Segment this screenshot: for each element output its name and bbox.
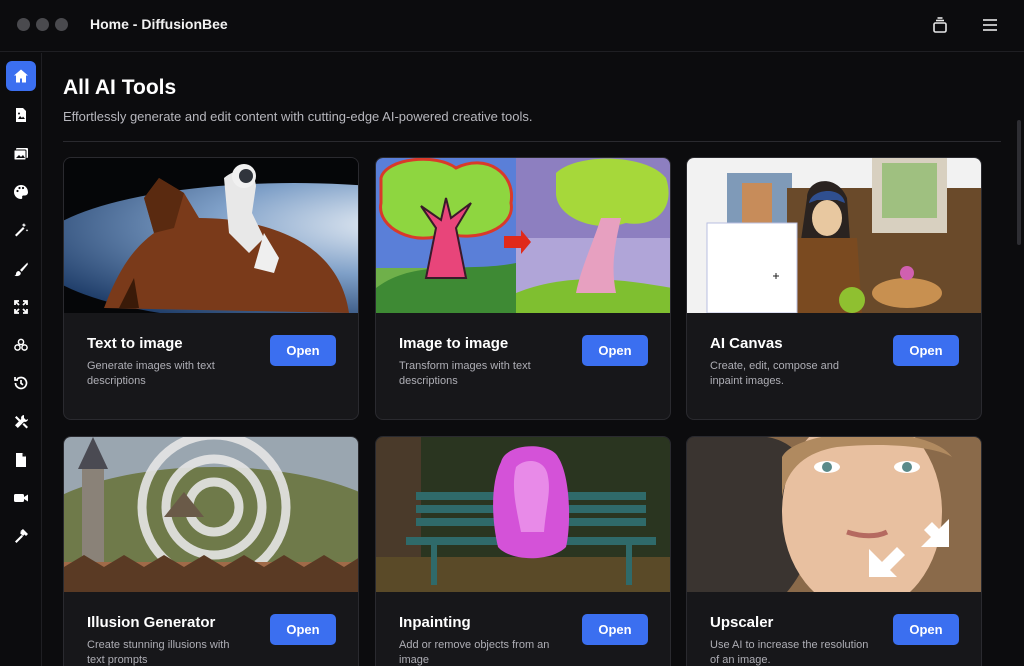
document-image-icon	[16, 108, 26, 122]
window-title: Home - DiffusionBee	[90, 16, 228, 32]
open-illusion-generator-button[interactable]: Open	[270, 614, 336, 645]
minimize-window-button[interactable]	[36, 18, 49, 31]
tool-card-upscaler: Upscaler Use AI to increase the resoluti…	[686, 436, 982, 666]
magic-wand-icon	[15, 223, 29, 237]
card-title: AI Canvas	[710, 335, 783, 352]
page-title: All AI Tools	[63, 76, 177, 99]
open-image-to-image-button[interactable]: Open	[582, 335, 648, 366]
sidebar-item-video[interactable]	[6, 483, 36, 513]
card-title: Upscaler	[710, 614, 774, 631]
video-icon	[14, 494, 28, 502]
open-text-to-image-button[interactable]: Open	[270, 335, 336, 366]
sidebar-item-canvas[interactable]	[6, 177, 36, 207]
ai-canvas-thumbnail	[687, 158, 981, 313]
palette-icon	[14, 185, 28, 199]
inpainting-thumbnail	[376, 437, 670, 592]
tool-card-ai-canvas: AI Canvas Create, edit, compose and inpa…	[686, 157, 982, 420]
page-subtitle: Effortlessly generate and edit content w…	[63, 109, 533, 124]
open-upscaler-button[interactable]: Open	[893, 614, 959, 645]
card-title: Image to image	[399, 335, 509, 352]
file-icon	[16, 453, 26, 467]
tools-icon	[15, 415, 28, 429]
card-description: Use AI to increase the resolution of an …	[710, 639, 869, 666]
tool-card-image-to-image: Image to image Transform images with tex…	[375, 157, 671, 420]
card-description: Create, edit, compose and inpaint images…	[710, 360, 840, 387]
models-icon	[14, 338, 28, 351]
tool-card-text-to-image: Text to image Generate images with text …	[63, 157, 359, 420]
card-title: Illusion Generator	[87, 614, 216, 631]
history-icon	[14, 376, 28, 390]
hamburger-menu-icon[interactable]	[979, 14, 1001, 36]
tool-card-inpainting: Inpainting Add or remove objects from an…	[375, 436, 671, 666]
close-window-button[interactable]	[17, 18, 30, 31]
open-inpainting-button[interactable]: Open	[582, 614, 648, 645]
card-description: Generate images with text descriptions	[87, 360, 215, 387]
sidebar-item-home[interactable]	[6, 61, 36, 91]
sidebar-item-tools[interactable]	[6, 407, 36, 437]
sidebar-item-history[interactable]	[6, 368, 36, 398]
card-description: Add or remove objects from an image	[399, 639, 550, 666]
card-description: Create stunning illusions with text prom…	[87, 639, 230, 666]
upscaler-thumbnail	[687, 437, 981, 592]
divider	[63, 141, 1001, 142]
sidebar-item-models[interactable]	[6, 330, 36, 360]
hammer-icon	[15, 529, 28, 543]
open-ai-canvas-button[interactable]: Open	[893, 335, 959, 366]
sidebar-item-text-to-image[interactable]	[6, 100, 36, 130]
sidebar-item-magic[interactable]	[6, 215, 36, 245]
sidebar	[0, 53, 42, 666]
sidebar-item-brush[interactable]	[6, 254, 36, 284]
title-bar: Home - DiffusionBee	[0, 0, 1024, 52]
home-icon	[14, 69, 28, 83]
card-description: Transform images with text descriptions	[399, 360, 531, 387]
tool-card-illusion-generator: Illusion Generator Create stunning illus…	[63, 436, 359, 666]
main-content: All AI Tools Effortlessly generate and e…	[42, 53, 1024, 666]
stack-icon[interactable]	[929, 14, 951, 36]
sidebar-item-upscaler[interactable]	[6, 292, 36, 322]
card-title: Text to image	[87, 335, 183, 352]
card-title: Inpainting	[399, 614, 471, 631]
sidebar-item-build[interactable]	[6, 521, 36, 551]
images-icon	[13, 148, 28, 161]
zoom-window-button[interactable]	[55, 18, 68, 31]
image-to-image-thumbnail	[376, 158, 670, 313]
sidebar-item-docs[interactable]	[6, 445, 36, 475]
app-window: Home - DiffusionBee All AI Tools Effortl…	[0, 0, 1024, 666]
illusion-generator-thumbnail	[64, 437, 358, 592]
text-to-image-thumbnail	[64, 158, 358, 313]
sidebar-item-image-to-image[interactable]	[6, 139, 36, 169]
expand-arrows-icon	[14, 300, 28, 314]
brush-icon	[14, 262, 28, 277]
